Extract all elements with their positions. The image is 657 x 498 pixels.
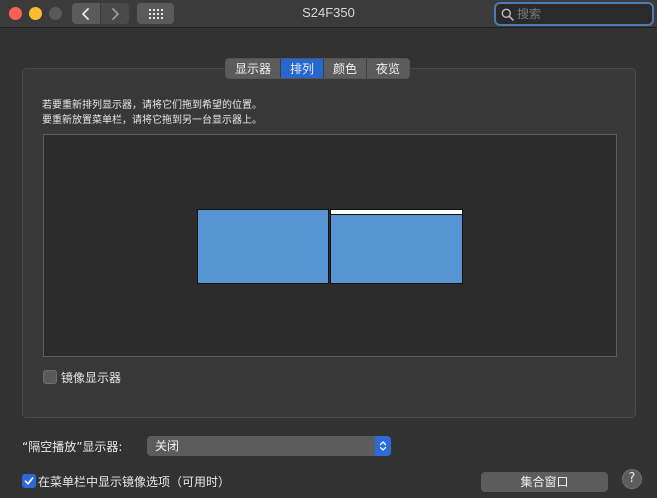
help-button[interactable]: ? <box>622 469 642 489</box>
instruction-line: 若要重新排列显示器，请将它们拖到希望的位置。 <box>42 100 262 111</box>
tab-color[interactable]: 颜色 <box>324 59 368 78</box>
show-mirroring-options-label: 在菜单栏中显示镜像选项（可用时） <box>38 475 231 489</box>
search-icon <box>501 8 514 21</box>
arrangement-instructions: 若要重新排列显示器，请将它们拖到希望的位置。 要重新放置菜单栏，请将它拖到另一台… <box>42 98 262 128</box>
display-right[interactable] <box>330 209 463 284</box>
mirror-displays-label: 镜像显示器 <box>61 371 122 385</box>
instruction-line: 要重新放置菜单栏，请将它拖到另一台显示器上。 <box>42 115 262 126</box>
display-arrangement-area <box>43 134 617 357</box>
tab-bar: 显示器 排列 颜色 夜览 <box>225 58 411 79</box>
tab-night-shift[interactable]: 夜览 <box>367 59 410 78</box>
checkmark-icon <box>24 477 34 485</box>
airplay-display-select[interactable]: 关闭 <box>147 436 391 456</box>
airplay-display-value: 关闭 <box>155 439 180 453</box>
mirror-displays-checkbox[interactable] <box>43 370 57 384</box>
display-left[interactable] <box>197 209 329 284</box>
gather-windows-button[interactable]: 集合窗口 <box>481 472 608 492</box>
airplay-display-label: “隔空播放”显示器: <box>22 440 123 454</box>
search-field[interactable] <box>494 2 654 26</box>
menu-bar-indicator[interactable] <box>331 210 462 215</box>
search-input[interactable] <box>517 7 647 21</box>
show-mirroring-options-checkbox[interactable] <box>22 474 36 488</box>
tab-display[interactable]: 显示器 <box>226 59 282 78</box>
updown-chevron-icon <box>375 436 391 456</box>
title-bar: S24F350 <box>0 0 657 28</box>
tab-arrangement[interactable]: 排列 <box>281 59 325 78</box>
